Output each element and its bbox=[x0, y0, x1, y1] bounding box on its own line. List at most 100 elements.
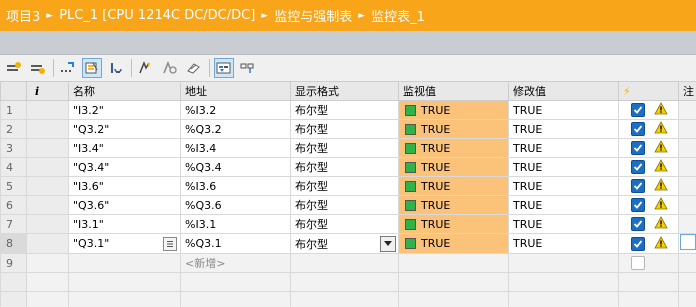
insert-row-icon[interactable] bbox=[4, 58, 24, 78]
comment-cell[interactable] bbox=[678, 195, 696, 215]
add-new-placeholder[interactable]: <新增> bbox=[185, 257, 225, 270]
modify-value-cell[interactable]: TRUE bbox=[508, 214, 619, 234]
comment-cell[interactable] bbox=[678, 176, 696, 196]
row-index-cell[interactable] bbox=[26, 138, 69, 158]
row-index-cell[interactable] bbox=[26, 119, 69, 139]
address-cell[interactable]: <新增> bbox=[180, 253, 291, 273]
modify-checkbox[interactable] bbox=[631, 103, 645, 117]
header-name[interactable]: 名称 bbox=[68, 81, 181, 101]
comment-cell[interactable] bbox=[678, 157, 696, 177]
add-row-icon[interactable] bbox=[28, 58, 48, 78]
table-row[interactable]: 5 "I3.6" %I3.6 布尔型 TRUE TRUE bbox=[0, 176, 696, 196]
comment-cell[interactable] bbox=[678, 233, 696, 254]
row-index-cell[interactable] bbox=[26, 100, 69, 120]
format-cell[interactable]: 布尔型 bbox=[290, 138, 399, 158]
name-cell[interactable]: "Q3.2" bbox=[68, 119, 181, 139]
modify-checkbox[interactable] bbox=[631, 236, 645, 251]
modify-value-cell[interactable]: TRUE bbox=[508, 233, 619, 254]
new-row[interactable]: 9 <新增> bbox=[0, 253, 696, 273]
header-address[interactable]: 地址 bbox=[180, 81, 291, 101]
breadcrumb-watch-force-tables[interactable]: 监控与强制表 bbox=[271, 6, 355, 25]
format-cell[interactable]: 布尔型 bbox=[290, 100, 399, 120]
table-row[interactable]: 6 "Q3.6" %Q3.6 布尔型 TRUE TRUE bbox=[0, 195, 696, 215]
tag-browse-icon[interactable] bbox=[163, 236, 177, 251]
modify-value-cell[interactable]: TRUE bbox=[508, 157, 619, 177]
modify-checkbox[interactable] bbox=[631, 141, 645, 155]
header-display-format[interactable]: 显示格式 bbox=[290, 81, 399, 101]
force-icon[interactable] bbox=[184, 58, 204, 78]
modify-checkbox[interactable] bbox=[631, 217, 645, 231]
row-index-cell[interactable] bbox=[26, 157, 69, 177]
table-row[interactable]: 8 "Q3.1" %Q3.1 布尔型 TRUE TRUE bbox=[0, 233, 696, 254]
format-cell[interactable]: 布尔型 bbox=[290, 176, 399, 196]
row-index-cell[interactable] bbox=[26, 176, 69, 196]
modify-trigger-icon[interactable] bbox=[160, 58, 180, 78]
comment-cell[interactable] bbox=[678, 253, 696, 273]
address-cell[interactable]: %Q3.1 bbox=[180, 233, 291, 254]
table-row[interactable]: 2 "Q3.2" %Q3.2 布尔型 TRUE TRUE bbox=[0, 119, 696, 139]
row-index-cell[interactable] bbox=[26, 195, 69, 215]
name-cell[interactable]: "Q3.6" bbox=[68, 195, 181, 215]
modify-checkbox[interactable] bbox=[631, 160, 645, 174]
table-row[interactable]: 4 "Q3.4" %Q3.4 布尔型 TRUE TRUE bbox=[0, 157, 696, 177]
address-cell[interactable]: %I3.4 bbox=[180, 138, 291, 158]
comment-cell[interactable] bbox=[678, 214, 696, 234]
modify-value-cell[interactable]: TRUE bbox=[508, 176, 619, 196]
header-monitor-value[interactable]: 监视值 bbox=[398, 81, 509, 101]
modify-value-cell[interactable] bbox=[508, 253, 619, 273]
modify-value-cell[interactable]: TRUE bbox=[508, 119, 619, 139]
chevron-down-icon[interactable] bbox=[380, 235, 396, 252]
row-index-cell[interactable] bbox=[26, 233, 69, 254]
address-cell[interactable]: %Q3.6 bbox=[180, 195, 291, 215]
show-modify-columns-icon[interactable] bbox=[214, 58, 234, 78]
comment-cell[interactable] bbox=[678, 119, 696, 139]
header-comment[interactable]: 注 bbox=[678, 81, 696, 101]
format-cell[interactable]: 布尔型 bbox=[290, 214, 399, 234]
breadcrumb-watch-table[interactable]: 监控表_1 bbox=[368, 6, 428, 25]
comment-edit-box[interactable] bbox=[680, 234, 696, 250]
refresh-icon[interactable] bbox=[58, 58, 78, 78]
show-extended-columns-icon[interactable] bbox=[238, 58, 258, 78]
monitor-value-cell: TRUE bbox=[398, 195, 509, 215]
modify-checkbox[interactable] bbox=[631, 179, 645, 193]
name-cell[interactable]: "I3.1" bbox=[68, 214, 181, 234]
row-index-cell[interactable] bbox=[26, 253, 69, 273]
comment-cell[interactable] bbox=[678, 138, 696, 158]
address-cell[interactable]: %I3.6 bbox=[180, 176, 291, 196]
format-cell[interactable]: 布尔型 bbox=[290, 119, 399, 139]
name-cell[interactable]: "I3.2" bbox=[68, 100, 181, 120]
modify-now-icon[interactable] bbox=[136, 58, 156, 78]
breadcrumb-project[interactable]: 项目3 bbox=[0, 6, 43, 25]
breadcrumb-plc[interactable]: PLC_1 [CPU 1214C DC/DC/DC] bbox=[56, 8, 258, 23]
address-cell[interactable]: %I3.1 bbox=[180, 214, 291, 234]
empty-cell bbox=[290, 291, 399, 307]
name-cell[interactable]: "Q3.4" bbox=[68, 157, 181, 177]
name-cell[interactable]: "I3.6" bbox=[68, 176, 181, 196]
row-index-cell[interactable] bbox=[26, 214, 69, 234]
format-cell[interactable]: 布尔型 bbox=[290, 195, 399, 215]
name-cell[interactable]: "I3.4" bbox=[68, 138, 181, 158]
table-row[interactable]: 7 "I3.1" %I3.1 布尔型 TRUE TRUE bbox=[0, 214, 696, 234]
address-cell[interactable]: %Q3.2 bbox=[180, 119, 291, 139]
modify-checkbox[interactable] bbox=[631, 122, 645, 136]
address-cell[interactable]: %I3.2 bbox=[180, 100, 291, 120]
header-modify-flag[interactable]: ⚡ bbox=[618, 81, 679, 101]
modify-value-cell[interactable]: TRUE bbox=[508, 195, 619, 215]
format-cell[interactable] bbox=[290, 253, 399, 273]
name-cell[interactable] bbox=[68, 253, 181, 273]
table-row[interactable]: 3 "I3.4" %I3.4 布尔型 TRUE TRUE bbox=[0, 138, 696, 158]
modify-value-cell[interactable]: TRUE bbox=[508, 100, 619, 120]
header-modify-value[interactable]: 修改值 bbox=[508, 81, 619, 101]
modify-checkbox[interactable] bbox=[631, 198, 645, 212]
name-cell[interactable]: "Q3.1" bbox=[68, 233, 181, 254]
modify-value-cell[interactable]: TRUE bbox=[508, 138, 619, 158]
format-cell[interactable]: 布尔型 bbox=[290, 157, 399, 177]
address-cell[interactable]: %Q3.4 bbox=[180, 157, 291, 177]
table-row[interactable]: 1 "I3.2" %I3.2 布尔型 TRUE TRUE bbox=[0, 100, 696, 120]
format-cell[interactable]: 布尔型 bbox=[290, 233, 399, 254]
modify-checkbox[interactable] bbox=[631, 256, 645, 270]
comment-cell[interactable] bbox=[678, 100, 696, 120]
header-index[interactable]: i bbox=[26, 81, 69, 101]
monitor-all-icon[interactable] bbox=[82, 58, 102, 78]
monitor-once-icon[interactable] bbox=[106, 58, 126, 78]
